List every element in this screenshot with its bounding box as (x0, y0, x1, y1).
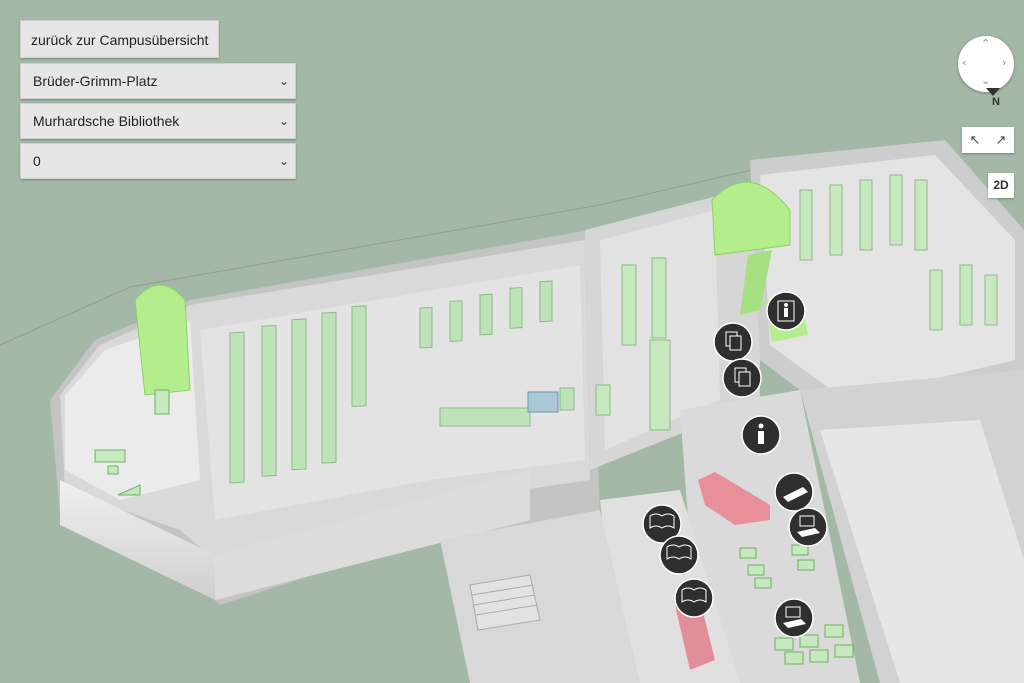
scanner-icon[interactable] (774, 472, 814, 512)
pan-right-icon[interactable]: › (1002, 56, 1006, 69)
copier-icon[interactable] (722, 358, 762, 398)
elevator-icon[interactable] (766, 291, 806, 331)
pan-down-icon[interactable]: ⌄ (981, 74, 990, 87)
floor-select-value: 0 (33, 153, 41, 169)
entrance-stairs (469, 574, 541, 631)
building-select-value: Murhardsche Bibliothek (33, 113, 180, 129)
computer-workstation-icon[interactable] (788, 507, 828, 547)
pan-up-icon[interactable]: ⌃ (981, 37, 990, 50)
rotate-left-icon[interactable]: ↖ (970, 133, 981, 148)
campus-select[interactable]: Brüder-Grimm-Platz ⌄ (20, 63, 296, 99)
chevron-down-icon: ⌄ (278, 154, 289, 168)
rotate-right-icon[interactable]: ↗ (996, 133, 1007, 148)
chevron-down-icon: ⌄ (278, 74, 289, 88)
pan-left-icon[interactable]: ‹ (962, 56, 966, 69)
floor-select[interactable]: 0 ⌄ (20, 143, 296, 179)
campus-select-value: Brüder-Grimm-Platz (33, 73, 158, 89)
rotate-control: ↖ ↗ (962, 127, 1014, 153)
chevron-down-icon: ⌄ (278, 114, 289, 128)
info-icon[interactable] (741, 415, 781, 455)
building-select[interactable]: Murhardsche Bibliothek ⌄ (20, 103, 296, 139)
back-to-campus-button[interactable]: zurück zur Campusübersicht (20, 20, 220, 58)
book-loan-icon[interactable] (659, 535, 699, 575)
view-2d-button[interactable]: 2D (988, 173, 1014, 198)
computer-workstation-icon[interactable] (774, 598, 814, 638)
book-pickup-icon[interactable] (674, 578, 714, 618)
north-label: N (992, 96, 1000, 108)
copier-icon[interactable] (713, 322, 753, 362)
compass-pan-control[interactable]: ⌃ ⌄ ‹ › (958, 36, 1014, 92)
